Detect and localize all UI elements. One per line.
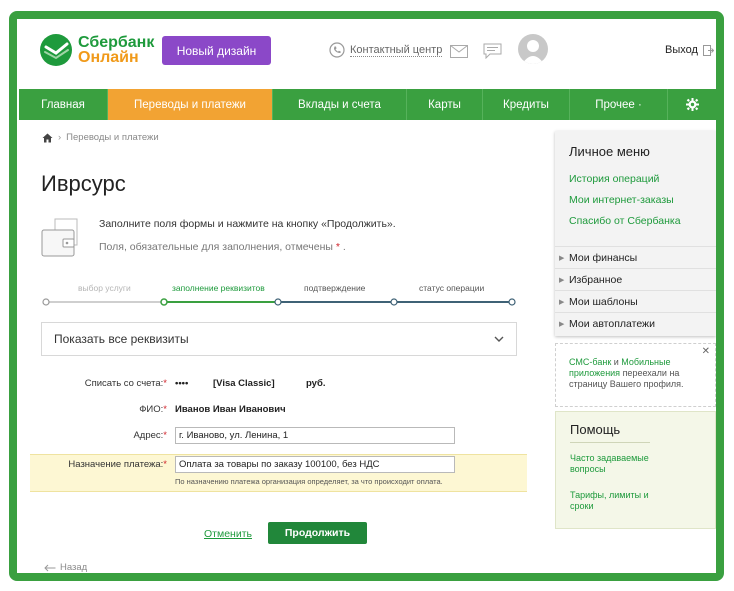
help-link-faq[interactable]: Часто задаваемые вопросы xyxy=(570,453,660,475)
help-title: Помощь xyxy=(570,422,621,437)
chevron-down-icon xyxy=(494,336,504,342)
continue-button[interactable]: Продолжить xyxy=(268,522,367,544)
help-link-tariffs[interactable]: Тарифы, лимиты и сроки xyxy=(570,490,660,512)
arrow-left-icon xyxy=(44,564,56,571)
help-panel: Помощь Часто задаваемые вопросы Тарифы, … xyxy=(555,411,716,529)
logo-text-line2: Онлайн xyxy=(78,49,139,66)
contact-center-link[interactable]: Контактный центр xyxy=(329,42,443,58)
step-label-confirm: подтверждение xyxy=(304,283,366,293)
account-card-type: [Visa Classic] xyxy=(213,378,275,389)
back-label: Назад xyxy=(60,562,88,573)
menu-section-finances-label: Мои финансы xyxy=(569,251,638,264)
cancel-link[interactable]: Отменить xyxy=(204,528,252,540)
browser-frame: Сбербанк Онлайн Новый дизайн Контактный … xyxy=(9,11,724,581)
purpose-required-mark: * xyxy=(163,459,167,470)
exit-link[interactable]: Выход xyxy=(665,44,714,56)
show-all-label: Показать все реквизиты xyxy=(54,332,189,346)
account-required-mark: * xyxy=(163,378,167,389)
menu-section-autopayments-label: Мои автоплатежи xyxy=(569,317,655,330)
menu-section-templates-label: Мои шаблоны xyxy=(569,295,638,308)
purpose-input[interactable]: Оплата за товары по заказу 100100, без Н… xyxy=(175,456,455,473)
settings-button[interactable] xyxy=(668,89,716,120)
step-label-fill-details: заполнение реквизитов xyxy=(172,283,265,293)
help-title-underline xyxy=(570,442,650,443)
triangle-right-icon: ▶ xyxy=(559,298,565,306)
account-masked: •••• xyxy=(175,378,189,389)
triangle-right-icon: ▶ xyxy=(559,320,565,328)
required-hint: Поля, обязательные для заполнения, отмеч… xyxy=(99,241,346,253)
sms-notice-and: и xyxy=(611,357,622,367)
fio-value: Иванов Иван Иванович xyxy=(175,404,286,415)
breadcrumb-current[interactable]: Переводы и платежи xyxy=(66,132,159,143)
avatar[interactable] xyxy=(518,34,548,64)
personal-menu-title: Личное меню xyxy=(569,144,650,159)
sberbank-logo-icon xyxy=(40,34,72,66)
wallet-icon xyxy=(41,218,78,257)
address-input[interactable]: г. Иваново, ул. Ленина, 1 xyxy=(175,427,455,444)
gear-icon xyxy=(685,98,699,111)
nav-item-credits[interactable]: Кредиты xyxy=(483,89,570,120)
sms-bank-link[interactable]: СМС-банк xyxy=(569,357,611,367)
menu-link-orders[interactable]: Мои интернет-заказы xyxy=(569,194,674,206)
menu-section-templates[interactable]: ▶ Мои шаблоны xyxy=(555,290,716,312)
exit-label: Выход xyxy=(665,44,698,56)
nav-item-transfers[interactable]: Переводы и платежи xyxy=(108,89,273,120)
main-nav: Главная Переводы и платежи Вклады и счет… xyxy=(19,89,716,120)
required-hint-text: Поля, обязательные для заполнения, отмеч… xyxy=(99,241,333,253)
logout-icon xyxy=(702,44,714,56)
close-icon[interactable]: ✕ xyxy=(702,346,710,357)
breadcrumb: › Переводы и платежи xyxy=(42,132,159,143)
triangle-right-icon: ▶ xyxy=(559,276,565,284)
form-hint: Заполните поля формы и нажмите на кнопку… xyxy=(99,218,396,230)
menu-section-favorites[interactable]: ▶ Избранное xyxy=(555,268,716,290)
fio-label-text: ФИО: xyxy=(139,404,164,415)
chat-icon[interactable] xyxy=(483,43,502,59)
nav-item-other[interactable]: Прочее · xyxy=(570,89,668,120)
user-icon xyxy=(522,40,544,64)
purpose-label-text: Назначение платежа: xyxy=(68,459,164,470)
new-design-button[interactable]: Новый дизайн xyxy=(162,36,271,65)
required-mark: * xyxy=(335,241,340,253)
sberbank-logo[interactable]: Сбербанк Онлайн xyxy=(39,33,154,67)
nav-item-main[interactable]: Главная xyxy=(19,89,108,120)
breadcrumb-separator-icon: › xyxy=(58,132,62,143)
account-label: Списать со счета:* xyxy=(21,378,167,389)
nav-item-deposits[interactable]: Вклады и счета xyxy=(273,89,407,120)
account-currency: руб. xyxy=(306,378,326,389)
step-label-select-service: выбор услуги xyxy=(78,283,131,293)
back-link[interactable]: Назад xyxy=(44,562,87,573)
personal-menu: Личное меню История операций Мои интерне… xyxy=(555,131,716,336)
account-label-text: Списать со счета: xyxy=(84,378,164,389)
contact-center-label: Контактный центр xyxy=(350,43,443,57)
menu-section-finances[interactable]: ▶ Мои финансы xyxy=(555,246,716,268)
purpose-note: По назначению платежа организация опреде… xyxy=(175,477,443,486)
step-label-status: статус операции xyxy=(419,283,485,293)
show-all-details-toggle[interactable]: Показать все реквизиты xyxy=(41,322,517,356)
fio-required-mark: * xyxy=(163,404,167,415)
address-label-text: Адрес: xyxy=(133,430,164,441)
nav-item-cards[interactable]: Карты xyxy=(407,89,483,120)
logo-text-line1: Сбербанк xyxy=(78,34,155,51)
phone-icon xyxy=(329,42,345,58)
menu-section-autopayments[interactable]: ▶ Мои автоплатежи xyxy=(555,312,716,334)
menu-link-history[interactable]: История операций xyxy=(569,173,659,185)
purpose-label: Назначение платежа:* xyxy=(21,459,167,470)
home-icon[interactable] xyxy=(42,133,53,143)
mail-icon[interactable] xyxy=(450,45,468,58)
fio-label: ФИО:* xyxy=(21,404,167,415)
sms-bank-notice: ✕ СМС-банк и Мобильные приложения переех… xyxy=(555,343,716,407)
page-title: Иврсурс xyxy=(41,171,126,196)
address-required-mark: * xyxy=(163,430,167,441)
menu-section-favorites-label: Избранное xyxy=(569,273,623,286)
triangle-right-icon: ▶ xyxy=(559,254,565,262)
menu-link-spasibo[interactable]: Спасибо от Сбербанка xyxy=(569,215,681,227)
progress-steps: выбор услуги заполнение реквизитов подтв… xyxy=(42,283,516,313)
progress-track xyxy=(42,298,516,306)
address-label: Адрес:* xyxy=(21,430,167,441)
required-hint-period: . xyxy=(342,241,346,253)
